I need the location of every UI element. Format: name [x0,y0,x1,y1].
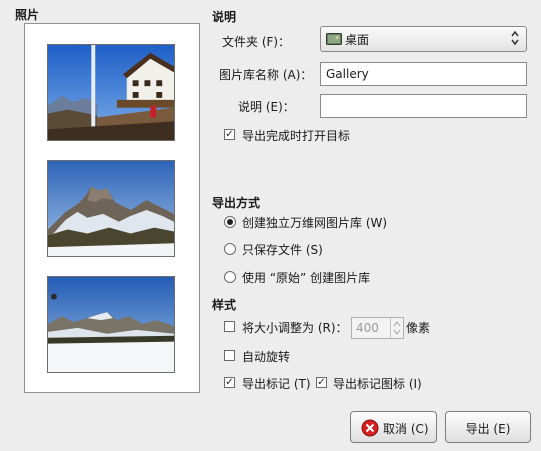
photo-preview-panel [24,23,200,393]
radio-original-gallery-label: 使用 “原始” 创建图片库 [242,271,371,285]
style-section-title: 样式 [212,298,237,312]
spin-arrows-icon [390,318,403,338]
photo-house-mountain [47,44,175,141]
description-input[interactable] [320,94,527,118]
folder-combo[interactable]: 桌面 [320,26,527,52]
description-label: 说明 (E)： [238,100,295,114]
combo-arrows-icon [510,29,520,50]
radio-standalone-web-gallery[interactable] [224,216,236,228]
resize-label: 将大小调整为 (R)： [242,321,348,335]
export-tag-icons-checkbox[interactable]: ✓ [316,377,327,388]
resize-spinner[interactable]: 400 [351,317,404,339]
open-after-export-checkbox[interactable]: ✓ [224,129,235,140]
folder-combo-value: 桌面 [345,33,370,47]
radio-files-only-label: 只保存文件 (S) [242,243,323,257]
radio-original-gallery[interactable] [224,271,236,283]
export-method-title: 导出方式 [212,196,261,210]
radio-standalone-web-gallery-label: 创建独立万维网图片库 (W) [242,216,388,230]
folder-icon [326,31,342,46]
photo-snowy-peak [47,160,175,257]
resize-value: 400 [356,321,379,335]
radio-files-only[interactable] [224,243,236,255]
autorotate-label: 自动旋转 [242,350,291,364]
resize-unit: 像素 [406,321,431,335]
cancel-button-label: 取消 (C) [383,422,429,436]
export-tags-checkbox[interactable]: ✓ [224,377,235,388]
cancel-icon [361,419,379,440]
gallery-name-label: 图片库名称 (A)： [219,68,313,82]
description-section-title: 说明 [212,10,237,24]
gallery-name-input[interactable]: Gallery [320,62,527,86]
resize-checkbox[interactable] [224,321,235,332]
export-tags-label: 导出标记 (T) [242,377,311,391]
cancel-button[interactable]: 取消 (C) [350,411,437,443]
export-tag-icons-label: 导出标记图标 (I) [333,377,422,391]
folder-label: 文件夹 (F)： [222,35,291,49]
open-after-export-label: 导出完成时打开目标 [242,129,351,143]
export-button-label: 导出 (E) [465,422,511,436]
autorotate-checkbox[interactable] [224,350,235,361]
photo-snowy-field [47,276,175,373]
preview-title: 照片 [15,8,40,22]
export-button[interactable]: 导出 (E) [445,411,531,443]
